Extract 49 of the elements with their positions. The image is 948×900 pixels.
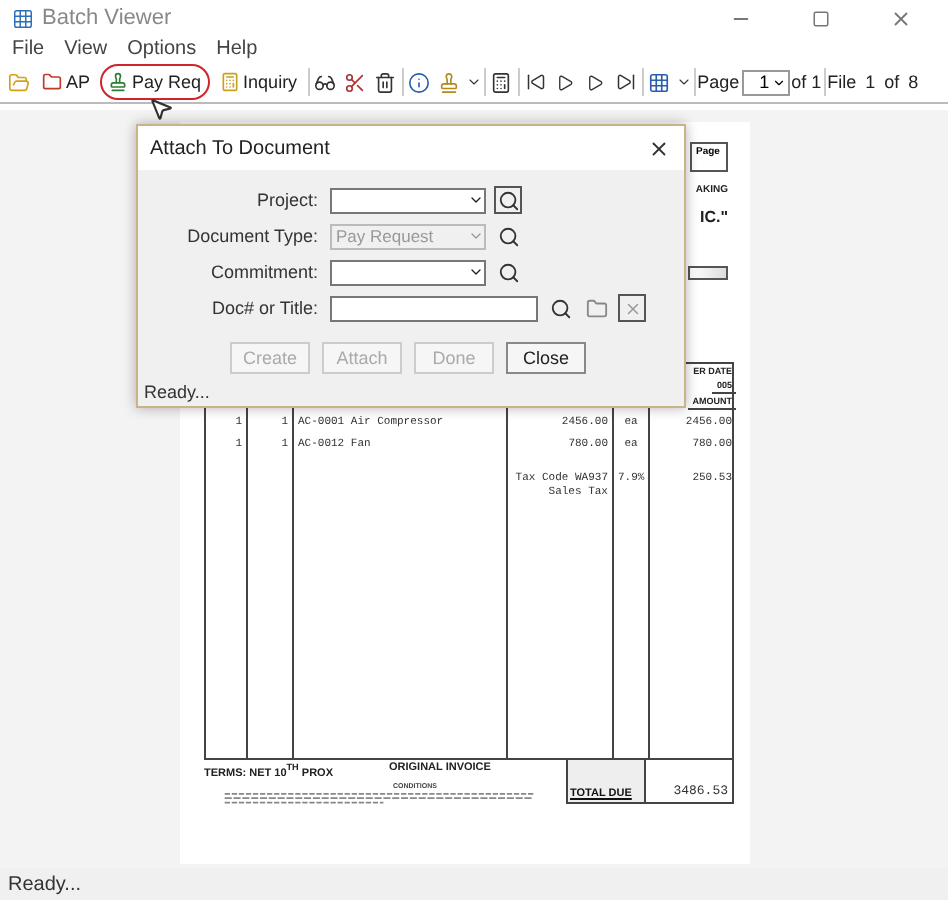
dropdown-field[interactable]	[330, 259, 486, 285]
page-count: of 1	[791, 72, 822, 92]
previous-page-icon[interactable]	[556, 73, 575, 91]
trash-icon[interactable]	[374, 71, 397, 93]
window-title: Batch Viewer	[42, 6, 174, 30]
menu-item[interactable]: View	[64, 38, 108, 60]
info-icon[interactable]	[408, 71, 431, 93]
clear-button[interactable]	[618, 294, 646, 322]
menu-item[interactable]: File	[12, 38, 45, 60]
page-spinner[interactable]: 1	[741, 69, 790, 95]
toolbar-button[interactable]: Pay Req	[100, 64, 210, 100]
stamp-icon	[108, 72, 129, 92]
search-icon	[497, 189, 519, 211]
search-button[interactable]	[494, 186, 522, 214]
field-label: Document Type:	[185, 226, 318, 246]
file-counter: File 1 of 8	[827, 72, 919, 92]
dialog-button[interactable]: Close	[506, 342, 586, 374]
folder-icon[interactable]	[585, 297, 607, 319]
menu-item[interactable]: Options	[127, 38, 197, 60]
field-label: Project:	[254, 190, 318, 210]
page-label: Page	[697, 72, 740, 92]
shaded-box	[688, 266, 728, 280]
input-field[interactable]	[330, 295, 538, 321]
stamp-icon[interactable]	[438, 71, 461, 93]
field-label: Commitment:	[208, 262, 318, 282]
toolbar-button[interactable]: Inquiry	[211, 64, 306, 100]
close-icon	[623, 299, 641, 317]
status-text: Ready...	[8, 873, 81, 895]
app-icon	[12, 7, 34, 29]
search-icon[interactable]	[497, 261, 519, 283]
dialog-title: Attach To Document	[150, 137, 330, 159]
search-icon[interactable]	[497, 225, 519, 247]
grid-icon[interactable]	[648, 71, 671, 93]
menu-item[interactable]: Help	[216, 38, 258, 60]
first-page-icon[interactable]	[525, 72, 546, 92]
close-icon[interactable]	[647, 137, 669, 159]
maximize-icon[interactable]	[811, 9, 829, 27]
scissors-icon[interactable]	[344, 71, 367, 93]
field-label: Doc# or Title:	[209, 298, 318, 318]
header-text: IC."	[699, 208, 728, 226]
calculator-icon[interactable]	[490, 71, 513, 93]
dialog-status: Ready...	[142, 380, 212, 402]
search-icon[interactable]	[549, 297, 571, 319]
toolbar-button[interactable]: AP	[34, 64, 99, 100]
next-page-icon[interactable]	[586, 73, 605, 91]
glasses-icon[interactable]	[314, 71, 337, 93]
folder-icon	[42, 72, 62, 92]
last-page-icon[interactable]	[615, 72, 636, 92]
dropdown-field[interactable]	[330, 187, 486, 213]
